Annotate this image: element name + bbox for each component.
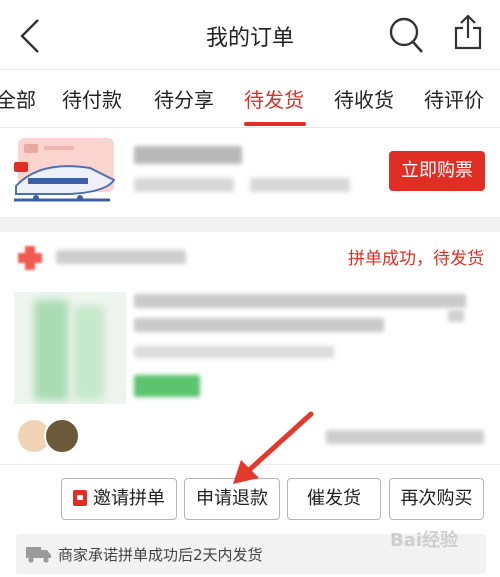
product-title-line-1 [134, 294, 466, 308]
tab-pending-share[interactable]: 待分享 [154, 84, 214, 113]
product-image-blur-2 [74, 306, 104, 400]
promo-subtitle-blurred [134, 178, 234, 192]
shop-icon [18, 246, 42, 270]
product-title-line-2 [134, 318, 384, 332]
order-total-blurred [326, 430, 484, 444]
search-icon[interactable] [388, 16, 424, 54]
avatar [44, 418, 80, 454]
tab-pending-receipt[interactable]: 待收货 [334, 84, 394, 113]
buy-again-button[interactable]: 再次购买 [389, 478, 484, 520]
invite-group-button[interactable]: 邀请拼单 [61, 478, 177, 520]
top-bar: 我的订单 [0, 0, 500, 70]
product-image-blur-1 [34, 300, 68, 400]
page-title: 我的订单 [205, 26, 294, 51]
tab-pending-payment[interactable]: 待付款 [62, 84, 122, 113]
annotation-arrow-icon [233, 411, 314, 484]
active-tab-indicator [244, 122, 306, 126]
product-tag-blurred [134, 375, 200, 397]
tab-all[interactable]: 全部 [0, 84, 36, 113]
buy-ticket-button[interactable]: 立即购票 [389, 151, 485, 191]
watermark-logo: Bai经验 [390, 530, 459, 551]
truck-icon [26, 547, 51, 563]
order-status: 拼单成功，待发货 [348, 249, 484, 269]
tab-pending-shipment[interactable]: 待发货 [244, 84, 304, 113]
promo-desc-blurred [250, 178, 350, 192]
order-tabs: 全部 待付款 待分享 待发货 待收货 待评价 [0, 70, 500, 128]
product-image[interactable] [14, 292, 126, 404]
shop-name-blurred [56, 250, 186, 264]
share-icon[interactable] [452, 14, 484, 50]
promo-banner[interactable]: 立即购票 [0, 128, 500, 218]
shipping-notice-text: 商家承诺拼单成功后2天内发货 [58, 546, 263, 564]
product-spec-blurred [134, 346, 334, 358]
red-packet-icon [73, 490, 87, 506]
price-blurred [448, 310, 464, 322]
group-avatars [16, 418, 86, 458]
train-ticket-image [14, 138, 116, 202]
invite-group-label: 邀请拼单 [93, 488, 165, 509]
promo-title-blurred [134, 146, 242, 164]
tab-pending-review[interactable]: 待评价 [424, 84, 484, 113]
